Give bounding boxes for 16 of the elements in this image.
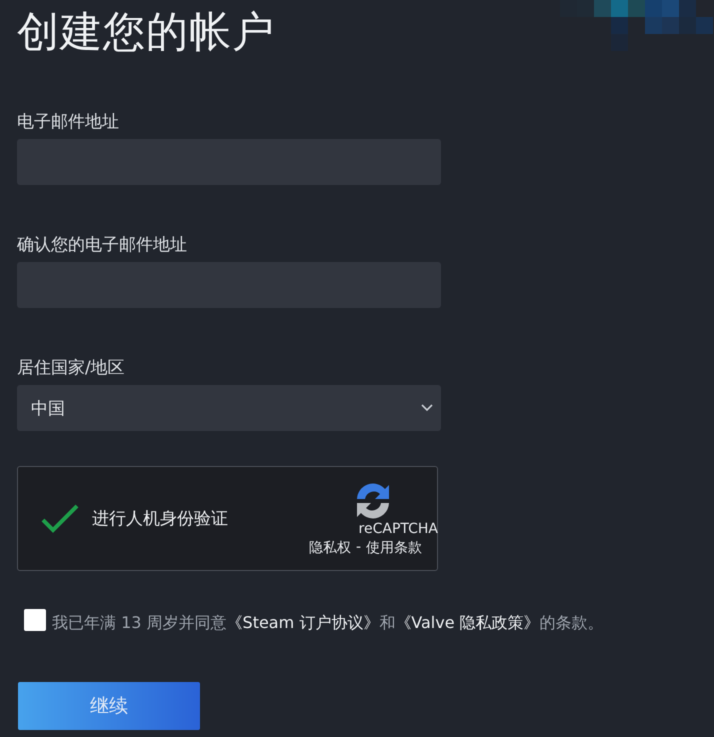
- chevron-down-icon: [421, 404, 433, 412]
- agreement-text: 我已年满 13 周岁并同意《Steam 订户协议》和《Valve 隐私政策》的条款。: [52, 613, 604, 634]
- field-label: 居住国家/地区: [17, 357, 125, 379]
- field-label: 电子邮件地址: [17, 111, 119, 133]
- subscriber-agreement-link[interactable]: 《Steam 订户协议》: [226, 613, 380, 632]
- country-dropdown[interactable]: 中国: [17, 385, 441, 431]
- privacy-policy-link[interactable]: 《Valve 隐私政策》: [395, 613, 540, 632]
- page-title: 创建您的帐户: [17, 6, 275, 58]
- field-label: 确认您的电子邮件地址: [17, 234, 187, 256]
- recaptcha-brand: reCAPTCHA: [358, 521, 438, 537]
- privacy-link[interactable]: 隐私权: [308, 539, 351, 557]
- captcha-label: 进行人机身份验证: [92, 508, 228, 530]
- terms-link[interactable]: 使用条款: [366, 539, 422, 557]
- separator-text: -: [356, 539, 361, 557]
- checkmark-icon[interactable]: [40, 502, 80, 534]
- agreement-checkbox[interactable]: [24, 609, 46, 631]
